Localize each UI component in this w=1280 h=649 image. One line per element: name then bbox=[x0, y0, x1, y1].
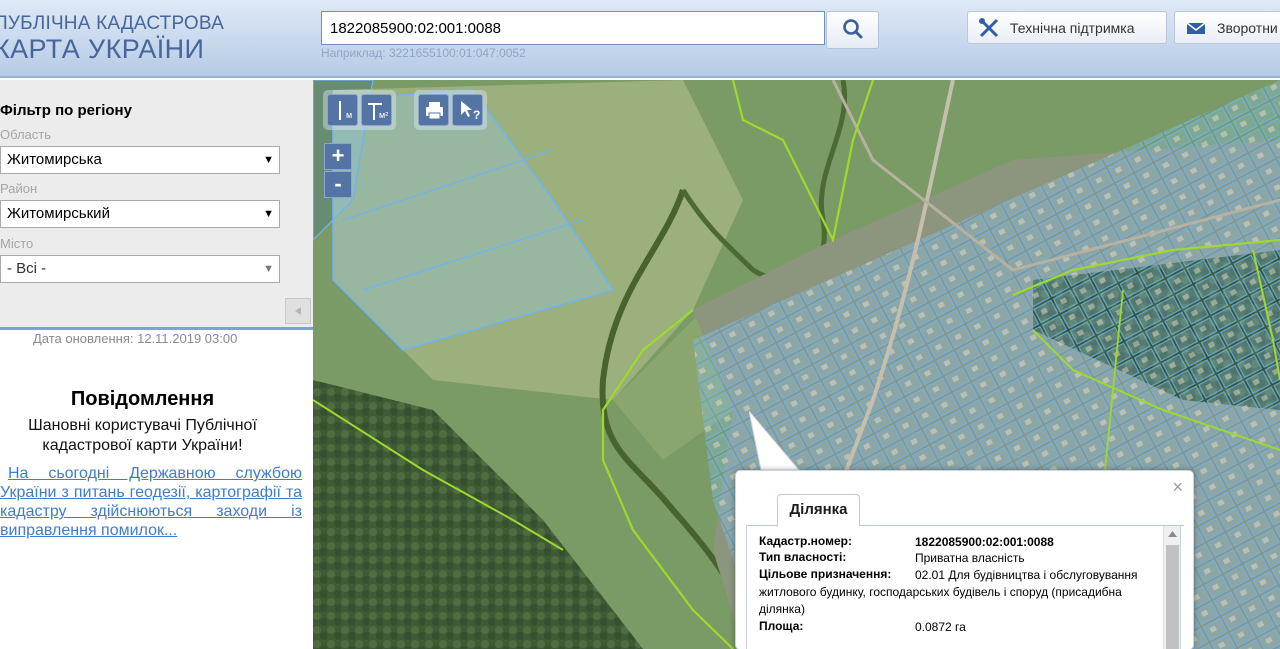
tab-parcel[interactable]: Ділянка bbox=[777, 494, 860, 527]
envelope-icon bbox=[1186, 22, 1206, 34]
region-select[interactable]: Житомирська ▼ bbox=[0, 146, 280, 174]
district-label: Район bbox=[0, 181, 38, 196]
detail-value: 02.01 Для будівництва і обслуговування ж… bbox=[759, 568, 1138, 616]
ruler-button[interactable]: м bbox=[327, 94, 358, 126]
filter-title: Фільтр по регіону bbox=[0, 102, 132, 119]
ruler-unit: м bbox=[346, 110, 353, 120]
notice-link[interactable]: На сьогодні Державною службою України з … bbox=[0, 464, 302, 540]
zoom-in-button[interactable]: + bbox=[324, 143, 352, 170]
city-label: Місто bbox=[0, 236, 34, 251]
info-toolbar: ? bbox=[414, 90, 487, 130]
collapse-sidebar-button[interactable] bbox=[285, 298, 311, 324]
print-button[interactable] bbox=[418, 94, 449, 126]
detail-value: 0.0872 га bbox=[915, 620, 966, 634]
identify-question-mark: ? bbox=[473, 108, 481, 122]
detail-value: 1822085900:02:001:0088 bbox=[915, 535, 1054, 549]
dropdown-arrow-icon: ▼ bbox=[263, 208, 274, 220]
ruler-icon bbox=[339, 101, 341, 120]
tools-icon bbox=[979, 18, 999, 38]
area-measure-button[interactable]: м² bbox=[361, 94, 392, 126]
measure-toolbar: м м² bbox=[323, 90, 396, 130]
scroll-up-arrow-icon bbox=[1168, 531, 1177, 537]
tech-support-button[interactable]: Технічна підтримка bbox=[967, 11, 1167, 44]
update-date: Дата оновлення: 12.11.2019 03:00 bbox=[33, 331, 238, 346]
district-select[interactable]: Житомирський ▼ bbox=[0, 200, 280, 228]
parcel-info-popup: × Ділянка Кадастр.номер: 1822085900:02:0… bbox=[735, 470, 1194, 649]
scrollbar-thumb[interactable] bbox=[1166, 545, 1179, 649]
detail-key: Площа: bbox=[759, 619, 804, 633]
city-select-value: - Всі - bbox=[7, 260, 47, 277]
detail-value: Приватна власність bbox=[915, 551, 1025, 565]
search-hint: Наприклад: 3221655100:01:047:0052 bbox=[321, 46, 526, 60]
print-icon bbox=[426, 102, 443, 120]
detail-key: Кадастр.номер: bbox=[759, 534, 852, 548]
sidebar: Фільтр по регіону Область Житомирська ▼ … bbox=[0, 80, 313, 649]
logo-line-1: ПУБЛІЧНА КАДАСТРОВА bbox=[0, 13, 225, 34]
notice-body: Шановні користувачі Публічної кадастрово… bbox=[28, 417, 257, 454]
magnifier-icon bbox=[843, 19, 863, 39]
parcel-details: Кадастр.номер: 1822085900:02:001:0088 Ти… bbox=[746, 526, 1181, 649]
area-unit: м² bbox=[379, 110, 389, 120]
identify-button[interactable]: ? bbox=[452, 94, 483, 126]
popup-pointer bbox=[749, 411, 801, 471]
search-input[interactable] bbox=[321, 11, 825, 45]
dropdown-arrow-icon: ▼ bbox=[263, 154, 274, 166]
area-measure-icon bbox=[368, 103, 382, 120]
feedback-button[interactable]: Зворотни bbox=[1174, 11, 1280, 44]
notice-title: Повідомлення bbox=[70, 388, 215, 410]
feedback-label: Зворотни bbox=[1217, 19, 1278, 36]
region-filter-panel: Фільтр по регіону Область Житомирська ▼ … bbox=[0, 80, 313, 327]
zoom-out-button[interactable]: - bbox=[324, 171, 352, 198]
search-button[interactable] bbox=[826, 11, 879, 49]
district-select-value: Житомирський bbox=[7, 205, 110, 222]
detail-key: Тип власності: bbox=[759, 550, 847, 564]
region-label: Область bbox=[0, 127, 52, 142]
site-logo[interactable]: ПУБЛІЧНА КАДАСТРОВА КАРТА УКРАЇНИ bbox=[0, 13, 225, 65]
city-select[interactable]: - Всі - ▼ bbox=[0, 255, 280, 283]
details-scrollbar[interactable] bbox=[1163, 526, 1180, 649]
tech-support-label: Технічна підтримка bbox=[1010, 19, 1135, 36]
region-select-value: Житомирська bbox=[7, 151, 102, 168]
filter-divider bbox=[0, 327, 313, 330]
logo-line-2: КАРТА УКРАЇНИ bbox=[0, 34, 205, 64]
header: ПУБЛІЧНА КАДАСТРОВА КАРТА УКРАЇНИ Наприк… bbox=[0, 0, 1280, 78]
triangle-left-icon bbox=[295, 307, 301, 315]
dropdown-arrow-icon: ▼ bbox=[263, 263, 274, 275]
popup-tabbar: Ділянка bbox=[746, 491, 1184, 527]
